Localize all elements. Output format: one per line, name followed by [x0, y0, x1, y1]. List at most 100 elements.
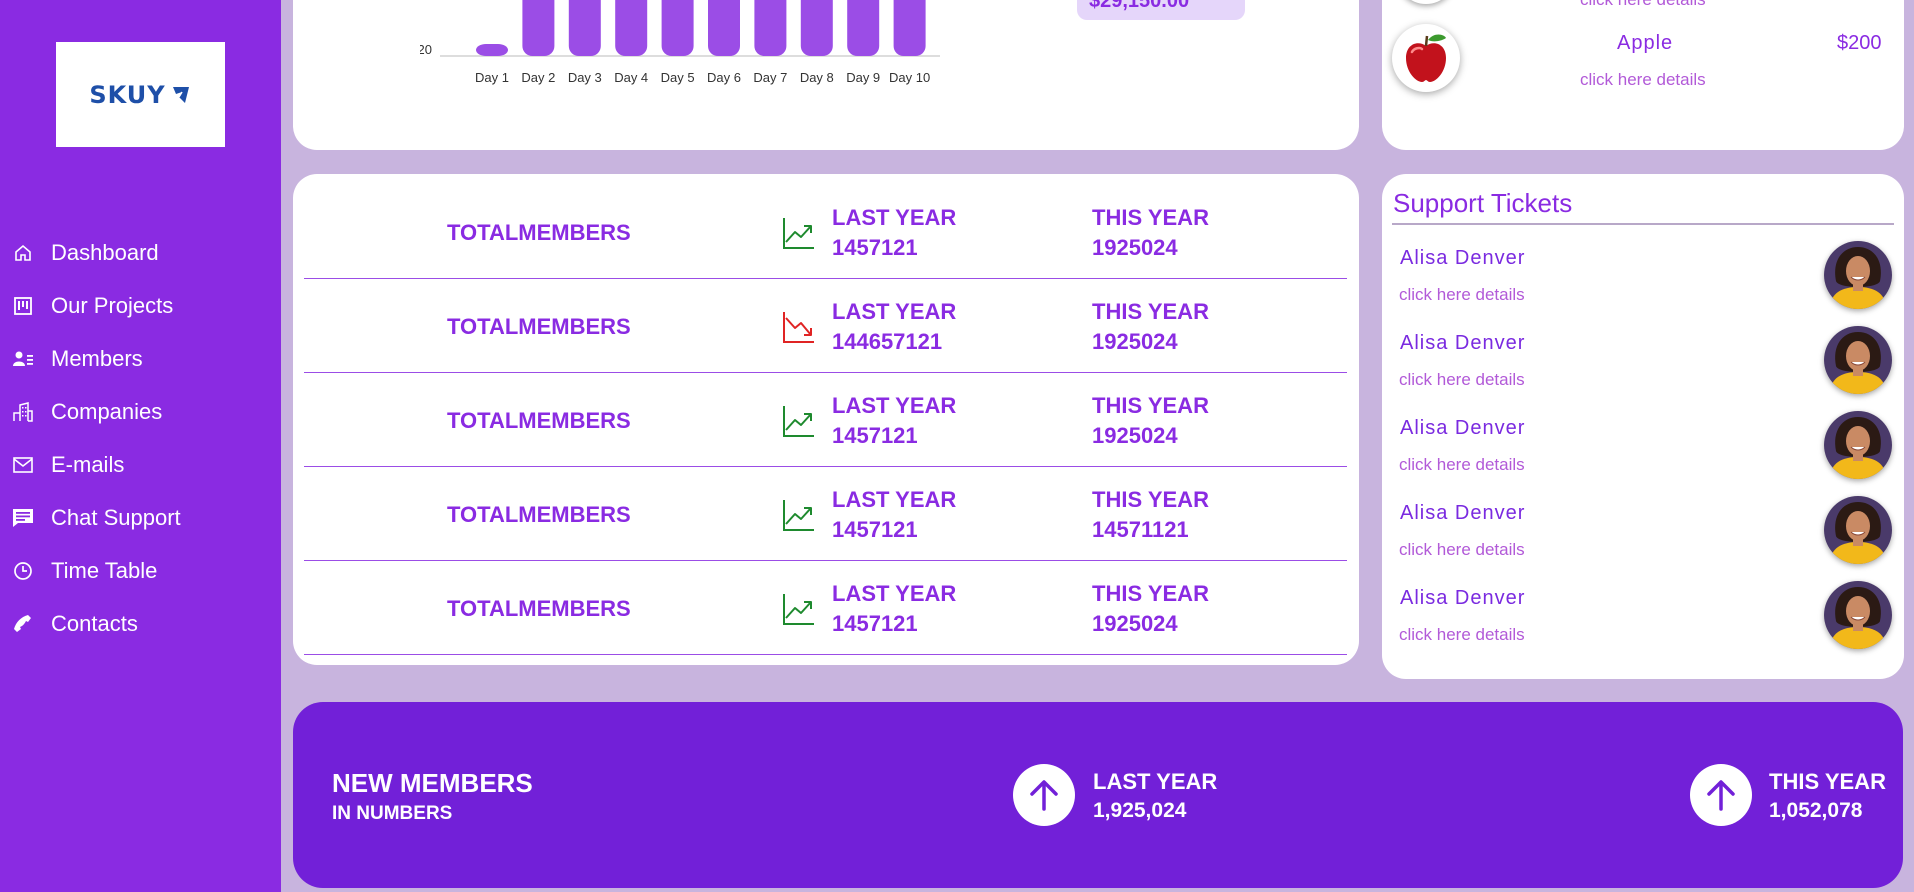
- avatar[interactable]: [1824, 581, 1892, 649]
- ticket-item[interactable]: Alisa Denver click here details: [1382, 411, 1904, 496]
- sidebar-item-label: Members: [51, 345, 143, 371]
- members-row-label: TOTALMEMBERS: [447, 596, 631, 621]
- last-year-label: LAST YEAR: [832, 205, 957, 230]
- members-row-label: TOTALMEMBERS: [447, 314, 631, 339]
- ticket-details-link[interactable]: click here details: [1399, 455, 1525, 475]
- product-details-link[interactable]: click here details: [1580, 70, 1706, 90]
- members-row-label: TOTALMEMBERS: [447, 408, 631, 433]
- chart-bar[interactable]: [754, 0, 787, 56]
- members-row: TOTALMEMBERS LAST YEAR 1457121 THIS YEAR 145…: [304, 467, 1347, 561]
- banner-last-year-label: LAST YEAR: [1093, 769, 1218, 794]
- ticket-details-link[interactable]: click here details: [1399, 370, 1525, 390]
- trend-down-icon: [783, 312, 814, 343]
- sidebar-item-emails[interactable]: E-mails: [0, 438, 281, 491]
- last-year-label: LAST YEAR: [832, 487, 957, 512]
- logo[interactable]: SKUY: [56, 42, 225, 147]
- chart-x-tick-label: Day 8: [800, 70, 834, 85]
- phone-icon: [12, 613, 34, 635]
- ticket-item[interactable]: Alisa Denver click here details: [1382, 581, 1904, 666]
- chat-icon: [12, 507, 34, 529]
- trend-up-icon: [783, 500, 814, 531]
- ticket-item[interactable]: Alisa Denver click here details: [1382, 241, 1904, 326]
- this-year-value: 1925024: [1092, 235, 1178, 260]
- ticket-user-name: Alisa Denver: [1400, 417, 1526, 439]
- sidebar-item-label: Our Projects: [51, 292, 174, 318]
- this-year-value: 14571121: [1092, 517, 1189, 542]
- ticket-item[interactable]: Alisa Denver click here details: [1382, 326, 1904, 411]
- kanban-icon: [12, 295, 34, 317]
- sidebar-item-our-projects[interactable]: Our Projects: [0, 279, 281, 332]
- this-year-value: 1925024: [1092, 423, 1178, 448]
- last-year-value: 144657121: [832, 329, 943, 354]
- chart-x-tick-label: Day 9: [846, 70, 880, 85]
- banner-this-year-label: THIS YEAR: [1769, 769, 1886, 794]
- sidebar-item-members[interactable]: Members: [0, 332, 281, 385]
- trend-up-icon: [783, 406, 814, 437]
- chart-bar[interactable]: [708, 0, 740, 56]
- chart-x-tick-label: Day 10: [889, 70, 930, 85]
- divider: [1392, 223, 1894, 225]
- sidebar-item-label: Companies: [51, 398, 163, 424]
- banner-last-year-value: 1,925,024: [1093, 799, 1187, 822]
- this-year-value: 1925024: [1092, 611, 1178, 636]
- sidebar-item-companies[interactable]: Companies: [0, 385, 281, 438]
- this-year-value: 1925024: [1092, 329, 1178, 354]
- sidebar-item-contacts[interactable]: Contacts: [0, 597, 281, 650]
- logo-text: SKUY: [89, 80, 166, 109]
- arrow-up-icon: [1690, 764, 1752, 826]
- sidebar-item-time-table[interactable]: Time Table: [0, 544, 281, 597]
- last-year-value: 1457121: [832, 611, 918, 636]
- ticket-details-link[interactable]: click here details: [1399, 285, 1525, 305]
- banner-subtitle: IN NUMBERS: [332, 803, 453, 824]
- this-year-label: THIS YEAR: [1092, 487, 1209, 512]
- logo-mark-icon: [172, 86, 189, 103]
- banner-this-year-value: 1,052,078: [1769, 799, 1863, 822]
- sidebar-item-label: E-mails: [51, 451, 125, 477]
- banner-title: NEW MEMBERS: [332, 768, 533, 798]
- ticket-details-link[interactable]: click here details: [1399, 625, 1525, 645]
- sidebar-item-label: Dashboard: [51, 239, 159, 265]
- chart-bar[interactable]: [568, 0, 601, 56]
- chart-bar[interactable]: [800, 0, 833, 56]
- members-row: TOTALMEMBERS LAST YEAR 1457121 THIS YEAR 192…: [304, 185, 1347, 279]
- product-details-link-previous[interactable]: click here details: [1580, 0, 1706, 10]
- sidebar-item-label: Chat Support: [51, 504, 181, 530]
- chart-bar[interactable]: [893, 0, 926, 56]
- chart-bar[interactable]: [661, 0, 694, 56]
- sidebar-item-label: Contacts: [51, 610, 138, 636]
- ticket-user-name: Alisa Denver: [1400, 247, 1526, 269]
- ticket-details-link[interactable]: click here details: [1399, 540, 1525, 560]
- avatar[interactable]: [1824, 496, 1892, 564]
- chart-bar[interactable]: [847, 0, 880, 56]
- arrow-up-icon: [1013, 764, 1075, 826]
- avatar[interactable]: [1824, 326, 1892, 394]
- ticket-user-name: Alisa Denver: [1400, 587, 1526, 609]
- chart-x-tick-label: Day 3: [568, 70, 602, 85]
- avatar[interactable]: [1824, 241, 1892, 309]
- apple-icon[interactable]: [1392, 24, 1460, 92]
- sidebar-nav: Dashboard Our Projects Members Companies…: [0, 226, 281, 650]
- members-row: TOTALMEMBERS LAST YEAR 1457121 THIS YEAR 192…: [304, 373, 1347, 467]
- chart-bar[interactable]: [615, 0, 648, 56]
- last-year-label: LAST YEAR: [832, 393, 957, 418]
- support-tickets-title: Support Tickets: [1393, 188, 1573, 218]
- avatar[interactable]: [1824, 411, 1892, 479]
- chart-x-tick-label: Day 7: [753, 70, 787, 85]
- building-icon: [12, 401, 34, 423]
- chart-x-tick-label: Day 6: [707, 70, 741, 85]
- members-row: TOTALMEMBERS LAST YEAR 1457121 THIS YEAR 192…: [304, 561, 1347, 655]
- last-year-value: 1457121: [832, 235, 918, 260]
- ticket-item[interactable]: Alisa Denver click here details: [1382, 496, 1904, 581]
- new-members-banner: [293, 702, 1903, 888]
- sidebar-item-dashboard[interactable]: Dashboard: [0, 226, 281, 279]
- revenue-badge: $29,150.00: [1077, 0, 1245, 20]
- last-year-label: LAST YEAR: [832, 299, 957, 324]
- sidebar-item-chat-support[interactable]: Chat Support: [0, 491, 281, 544]
- chart-bar[interactable]: [522, 0, 555, 56]
- chart-x-tick-label: Day 1: [475, 70, 509, 85]
- ticket-user-name: Alisa Denver: [1400, 332, 1526, 354]
- chart-x-tick-label: Day 4: [614, 70, 648, 85]
- this-year-label: THIS YEAR: [1092, 205, 1209, 230]
- chart-bar[interactable]: [476, 44, 508, 56]
- product-price: $200: [1837, 32, 1882, 54]
